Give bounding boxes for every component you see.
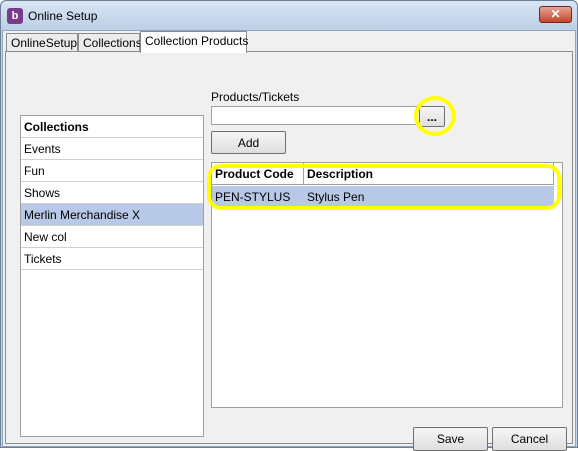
title-bar[interactable]: b Online Setup ✕: [1, 1, 577, 30]
client-area: OnlineSetup Collections Collection Produ…: [2, 30, 576, 451]
close-button[interactable]: ✕: [539, 6, 572, 23]
add-button[interactable]: Add: [211, 131, 286, 154]
products-tickets-input[interactable]: [211, 106, 417, 125]
list-item[interactable]: New col: [21, 226, 203, 248]
close-icon: ✕: [550, 7, 561, 21]
cell-description[interactable]: Stylus Pen: [304, 186, 554, 207]
tab-collection-products[interactable]: Collection Products: [140, 31, 248, 53]
list-item[interactable]: Fun: [21, 160, 203, 182]
collections-header: Collections: [21, 116, 203, 138]
grid-header: Product Code Description: [212, 163, 554, 185]
products-tickets-label: Products/Tickets: [211, 90, 300, 104]
cell-product-code[interactable]: PEN-STYLUS: [212, 186, 304, 207]
list-item[interactable]: Shows: [21, 182, 203, 204]
app-icon: b: [7, 8, 23, 24]
column-header-product-code[interactable]: Product Code: [212, 163, 304, 185]
cancel-button[interactable]: Cancel: [492, 427, 567, 451]
save-button[interactable]: Save: [413, 427, 488, 451]
list-item-selected[interactable]: Merlin Merchandise X: [21, 204, 203, 226]
tab-collections[interactable]: Collections: [78, 33, 142, 52]
column-header-description[interactable]: Description: [304, 163, 554, 185]
browse-button[interactable]: ...: [419, 106, 445, 127]
products-grid[interactable]: Product Code Description PEN-STYLUS Styl…: [211, 162, 563, 408]
collection-products-panel: Collections Events Fun Shows Merlin Merc…: [5, 51, 573, 451]
table-row[interactable]: PEN-STYLUS Stylus Pen: [212, 186, 554, 207]
online-setup-window: b Online Setup ✕ OnlineSetup Collections…: [0, 0, 578, 451]
list-item[interactable]: Events: [21, 138, 203, 160]
tab-onlinesetup[interactable]: OnlineSetup: [6, 33, 78, 52]
collections-list[interactable]: Collections Events Fun Shows Merlin Merc…: [20, 115, 204, 437]
list-item[interactable]: Tickets: [21, 248, 203, 270]
window-title: Online Setup: [28, 9, 98, 23]
